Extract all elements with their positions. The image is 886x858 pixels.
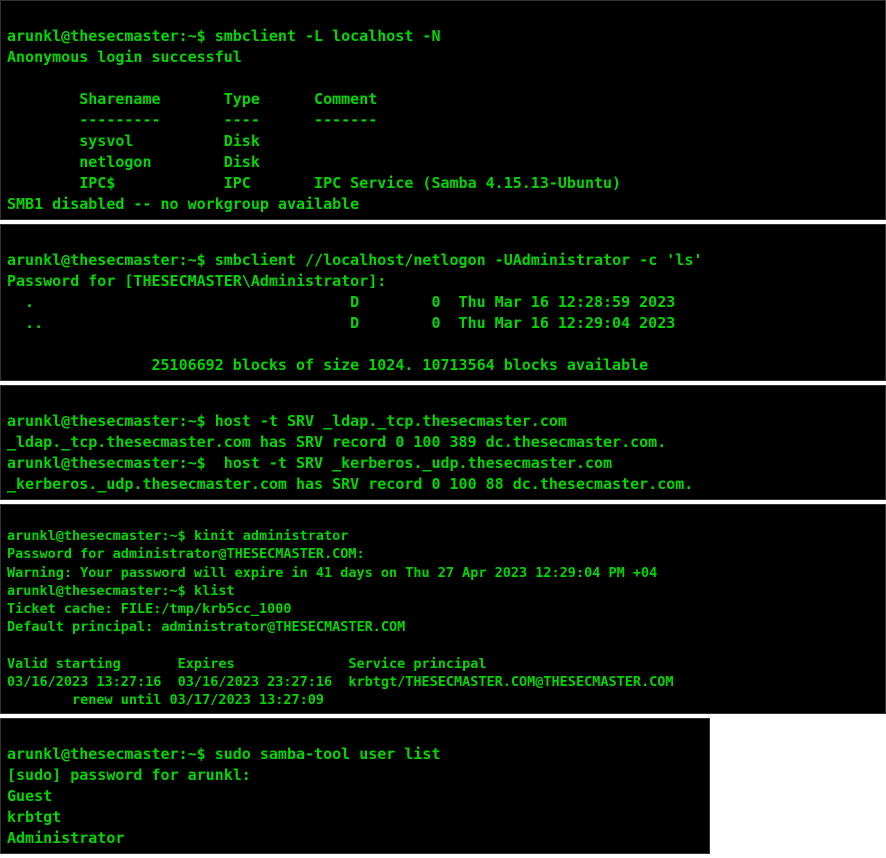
shell-prompt: arunkl@thesecmaster:~$	[7, 251, 215, 269]
blocks-footer: 25106692 blocks of size 1024. 10713564 b…	[7, 356, 648, 374]
command: kinit administrator	[194, 528, 348, 544]
terminal-panel-host-srv: arunkl@thesecmaster:~$ host -t SRV _ldap…	[0, 385, 886, 500]
command: smbclient //localhost/netlogon -UAdminis…	[215, 251, 703, 269]
dir-entry: . D 0 Thu Mar 16 12:28:59 2023	[7, 293, 675, 311]
sudo-prompt: [sudo] password for arunkl:	[7, 766, 251, 784]
shell-prompt: arunkl@thesecmaster:~$	[7, 583, 194, 599]
command: smbclient -L localhost -N	[215, 27, 441, 45]
password-prompt: Password for [THESECMASTER\Administrator…	[7, 272, 386, 290]
dir-entry: .. D 0 Thu Mar 16 12:29:04 2023	[7, 314, 675, 332]
klist-renew: renew until 03/17/2023 13:27:09	[7, 692, 324, 708]
command: host -t SRV _ldap._tcp.thesecmaster.com	[215, 412, 567, 430]
terminal-panel-smbclient-netlogon: arunkl@thesecmaster:~$ smbclient //local…	[0, 224, 886, 381]
share-row: netlogon Disk	[7, 153, 314, 171]
command: host -t SRV _kerberos._udp.thesecmaster.…	[224, 454, 612, 472]
shell-prompt: arunkl@thesecmaster:~$	[7, 745, 215, 763]
ticket-cache: Ticket cache: FILE:/tmp/krb5cc_1000	[7, 601, 291, 617]
password-prompt: Password for administrator@THESECMASTER.…	[7, 546, 365, 562]
share-row: sysvol Disk	[7, 132, 314, 150]
smb1-footer: SMB1 disabled -- no workgroup available	[7, 195, 359, 213]
user-entry: krbtgt	[7, 808, 61, 826]
terminal-panel-smbclient-list: arunkl@thesecmaster:~$ smbclient -L loca…	[0, 0, 886, 220]
klist-header: Valid starting Expires Service principal	[7, 656, 487, 672]
user-entry: Guest	[7, 787, 52, 805]
terminal-panel-kinit-klist: arunkl@thesecmaster:~$ kinit administrat…	[0, 504, 886, 714]
shell-prompt: arunkl@thesecmaster:~$	[7, 528, 194, 544]
shell-prompt: arunkl@thesecmaster:~$	[7, 27, 215, 45]
default-principal: Default principal: administrator@THESECM…	[7, 619, 405, 635]
share-row: IPC$ IPC IPC Service (Samba 4.15.13-Ubun…	[7, 174, 621, 192]
srv-record-output: _ldap._tcp.thesecmaster.com has SRV reco…	[7, 433, 666, 451]
share-divider: --------- ---- -------	[7, 111, 377, 129]
share-header: Sharename Type Comment	[7, 90, 377, 108]
klist-row: 03/16/2023 13:27:16 03/16/2023 23:27:16 …	[7, 674, 673, 690]
terminal-panel-samba-user-list: arunkl@thesecmaster:~$ sudo samba-tool u…	[0, 718, 710, 854]
user-entry: Administrator	[7, 829, 124, 847]
command: sudo samba-tool user list	[215, 745, 441, 763]
shell-prompt: arunkl@thesecmaster:~$	[7, 454, 224, 472]
shell-prompt: arunkl@thesecmaster:~$	[7, 412, 215, 430]
command: klist	[194, 583, 235, 599]
warning-message: Warning: Your password will expire in 41…	[7, 565, 657, 581]
srv-record-output: _kerberos._udp.thesecmaster.com has SRV …	[7, 475, 693, 493]
login-message: Anonymous login successful	[7, 48, 242, 66]
